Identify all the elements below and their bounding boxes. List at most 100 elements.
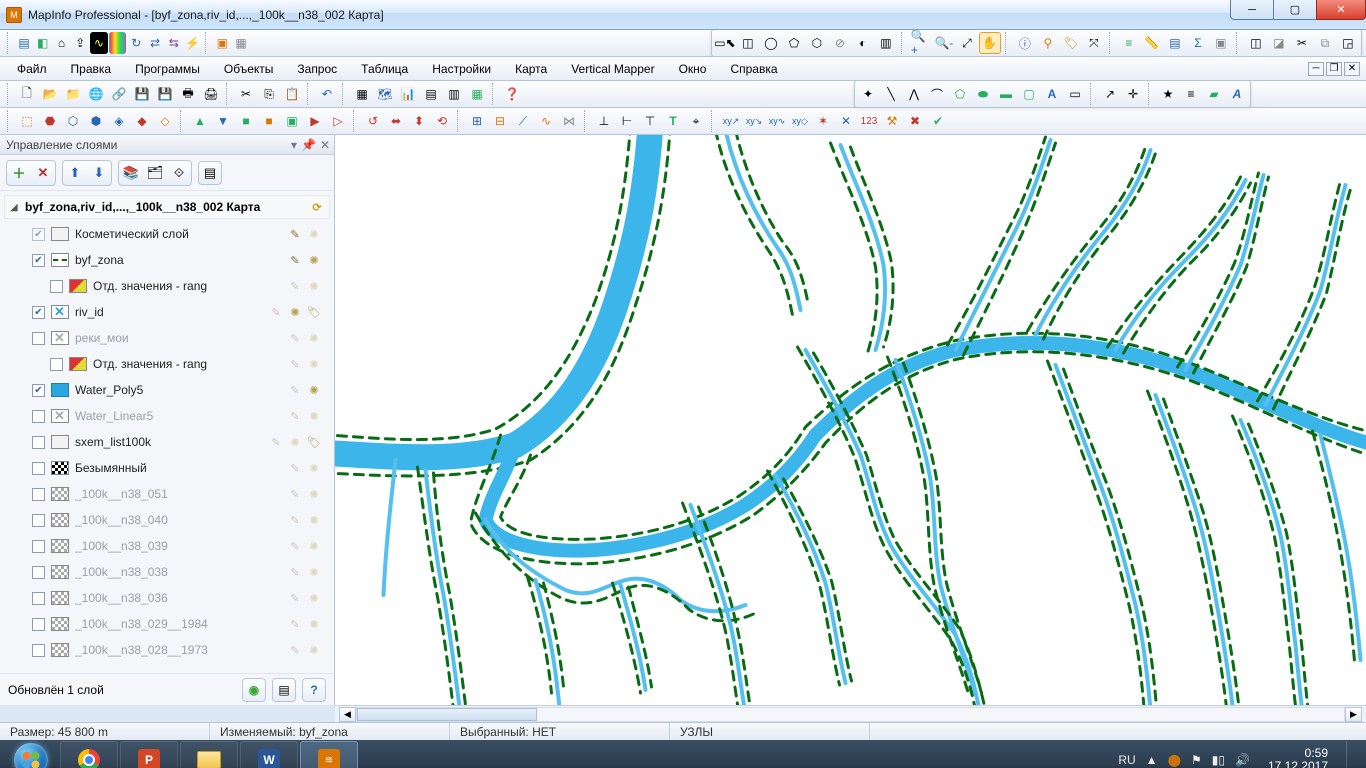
open-ws-icon[interactable]: 📁 — [62, 83, 84, 105]
layer-row[interactable]: Отд. значения - rang✎✺ — [2, 351, 332, 377]
label-icon[interactable]: ✺ — [306, 616, 322, 632]
sym-style-icon[interactable]: ★ — [1157, 83, 1179, 105]
panel-help-icon[interactable]: ? — [302, 678, 326, 702]
flip-h-icon[interactable]: ⬌ — [385, 110, 407, 132]
new-map-icon[interactable]: 🗺 — [374, 83, 396, 105]
label-icon[interactable]: 🏷 — [1060, 32, 1082, 54]
layer-visible-checkbox[interactable] — [32, 644, 45, 657]
e9-icon[interactable]: ▼ — [212, 110, 234, 132]
label-icon[interactable]: ✺ — [287, 434, 303, 450]
text-style-icon[interactable]: A — [1226, 83, 1248, 105]
refresh-icon[interactable]: ↻ — [127, 32, 145, 54]
layer-visible-checkbox[interactable] — [50, 280, 63, 293]
apply-icon[interactable]: ◉ — [242, 678, 266, 702]
open-icon[interactable]: 📂 — [39, 83, 61, 105]
menu-programs[interactable]: Программы — [124, 58, 211, 80]
drag-icon[interactable]: ⤧ — [1083, 32, 1105, 54]
pointer-icon[interactable]: ▭⬉ — [714, 32, 736, 54]
layer-row[interactable]: реки_мои✎✺ — [2, 325, 332, 351]
ruler-icon[interactable]: 📏 — [1141, 32, 1163, 54]
edit-icon[interactable]: ✎ — [287, 330, 303, 346]
tray-net-icon[interactable]: ▮▯ — [1212, 753, 1225, 767]
help-icon[interactable]: ❓ — [501, 83, 523, 105]
label-icon[interactable]: ✺ — [306, 382, 322, 398]
layer-list[interactable]: ◢ byf_zona,riv_id,...,_100k__n38_002 Кар… — [0, 191, 334, 673]
arc-icon[interactable]: ⌒ — [926, 83, 948, 105]
edit-icon[interactable]: ✎ — [287, 408, 303, 424]
edit-icon[interactable]: ✎ — [287, 564, 303, 580]
tray-clock[interactable]: 0:59 17.12.2017 — [1260, 747, 1336, 768]
layer-row[interactable]: Отд. значения - rang✎✺ — [2, 273, 332, 299]
flip-v-icon[interactable]: ⬍ — [408, 110, 430, 132]
tray-action-icon[interactable]: ⚑ — [1191, 753, 1202, 767]
rot-ccw-icon[interactable]: ↺ — [362, 110, 384, 132]
task-powerpoint[interactable]: P — [120, 741, 178, 768]
select-rect-icon[interactable]: ◫ — [737, 32, 759, 54]
mdi-restore-icon[interactable]: ❐ — [1326, 62, 1342, 76]
new-icon[interactable]: 🗋 — [16, 83, 38, 105]
menu-file[interactable]: Файл — [6, 58, 58, 80]
options-icon[interactable]: ▤ — [272, 678, 296, 702]
move-up-icon[interactable]: ⬆ — [63, 161, 87, 185]
panel-pin-icon[interactable]: 📌 — [301, 138, 316, 152]
trim-icon[interactable]: ✂ — [1291, 32, 1313, 54]
close-button[interactable]: ✕ — [1316, 0, 1366, 20]
zoom-in-icon[interactable]: 🔍+ — [910, 32, 932, 54]
layer-row[interactable]: Безымянный✎✺ — [2, 455, 332, 481]
edit-icon[interactable]: ✎ — [287, 616, 303, 632]
panel-menu-icon[interactable]: ▾ — [291, 138, 297, 152]
tile-icon[interactable]: ▦ — [466, 83, 488, 105]
select-poly-icon[interactable]: ⬠ — [783, 32, 805, 54]
layer-visible-checkbox[interactable]: ✔ — [32, 306, 45, 319]
layer-visible-checkbox[interactable] — [50, 358, 63, 371]
edit-icon[interactable]: ✎ — [287, 252, 303, 268]
label-icon[interactable]: ✺ — [306, 590, 322, 606]
label-icon[interactable]: ✺ — [306, 642, 322, 658]
layer-visible-checkbox[interactable] — [32, 566, 45, 579]
edit-icon[interactable]: ✎ — [287, 538, 303, 554]
text-icon[interactable]: A — [1041, 83, 1063, 105]
e13-icon[interactable]: ▶ — [304, 110, 326, 132]
zoom-out-icon[interactable]: 🔍- — [933, 32, 955, 54]
line-style-icon[interactable]: ≡ — [1180, 83, 1202, 105]
district-icon[interactable]: ▣ — [1210, 32, 1232, 54]
xy2-icon[interactable]: xy↘ — [743, 110, 765, 132]
xy1-icon[interactable]: xy↗ — [720, 110, 742, 132]
scroll-right-icon[interactable]: ▶ — [1345, 707, 1362, 722]
select-region-icon[interactable]: ⬡ — [806, 32, 828, 54]
home-icon[interactable]: ⌂ — [53, 32, 71, 54]
scroll-thumb[interactable] — [357, 708, 537, 721]
region-style-icon[interactable]: ▰ — [1203, 83, 1225, 105]
polygon-icon[interactable]: ⬠ — [949, 83, 971, 105]
undo-icon[interactable]: ↶ — [316, 83, 338, 105]
e1-icon[interactable]: ⬚ — [16, 110, 38, 132]
layer-other-icon[interactable]: ▤ — [198, 161, 222, 185]
a1-icon[interactable]: ⊥ — [593, 110, 615, 132]
layer-theme-icon[interactable]: 🗂 — [143, 161, 167, 185]
n1-icon[interactable]: ✶ — [812, 110, 834, 132]
start-button[interactable] — [4, 741, 58, 768]
layer-visible-checkbox[interactable]: ✔ — [32, 228, 45, 241]
swap-icon[interactable]: ⇄ — [146, 32, 164, 54]
task-chrome[interactable] — [60, 741, 118, 768]
palette-icon[interactable]: ▤ — [15, 32, 33, 54]
rect-icon[interactable]: ▬ — [995, 83, 1017, 105]
open-remote-icon[interactable]: 🌐 — [85, 83, 107, 105]
layer-row[interactable]: ✔riv_id✎✺🏷 — [2, 299, 332, 325]
edit-icon[interactable]: ✎ — [268, 304, 284, 320]
e2-icon[interactable]: ⬣ — [39, 110, 61, 132]
layers-button-icon[interactable]: ≡ — [1118, 32, 1140, 54]
label-icon[interactable]: ✺ — [287, 304, 303, 320]
print-win-icon[interactable]: 🖶 — [177, 83, 199, 105]
menu-window[interactable]: Окно — [668, 58, 718, 80]
extent-icon[interactable]: ⤢ — [956, 32, 978, 54]
a5-icon[interactable]: ⌖ — [685, 110, 707, 132]
save-icon[interactable]: 💾 — [131, 83, 153, 105]
move-down-icon[interactable]: ⬇ — [87, 161, 111, 185]
tag-icon[interactable]: 🏷 — [306, 304, 322, 320]
copy-icon[interactable]: ⎘ — [258, 83, 280, 105]
layer-visible-checkbox[interactable] — [32, 514, 45, 527]
layer-visible-checkbox[interactable] — [32, 540, 45, 553]
menu-options[interactable]: Настройки — [421, 58, 502, 80]
e8-icon[interactable]: ▲ — [189, 110, 211, 132]
